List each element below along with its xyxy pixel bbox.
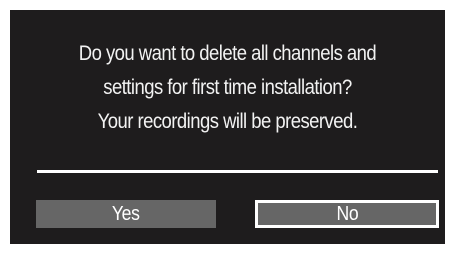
message-line-1: Do you want to delete all channels and (78, 42, 377, 65)
confirmation-dialog: Do you want to delete all channels and s… (10, 10, 445, 244)
message-line-3: Your recordings will be preserved. (97, 110, 358, 133)
message-line-2: settings for first time installation? (103, 76, 352, 99)
yes-button[interactable]: Yes (36, 200, 216, 228)
divider (37, 170, 438, 173)
yes-button-label: Yes (112, 202, 140, 225)
dialog-message: Do you want to delete all channels and s… (36, 37, 419, 139)
no-button-label: No (336, 202, 358, 225)
no-button[interactable]: No (255, 200, 439, 228)
